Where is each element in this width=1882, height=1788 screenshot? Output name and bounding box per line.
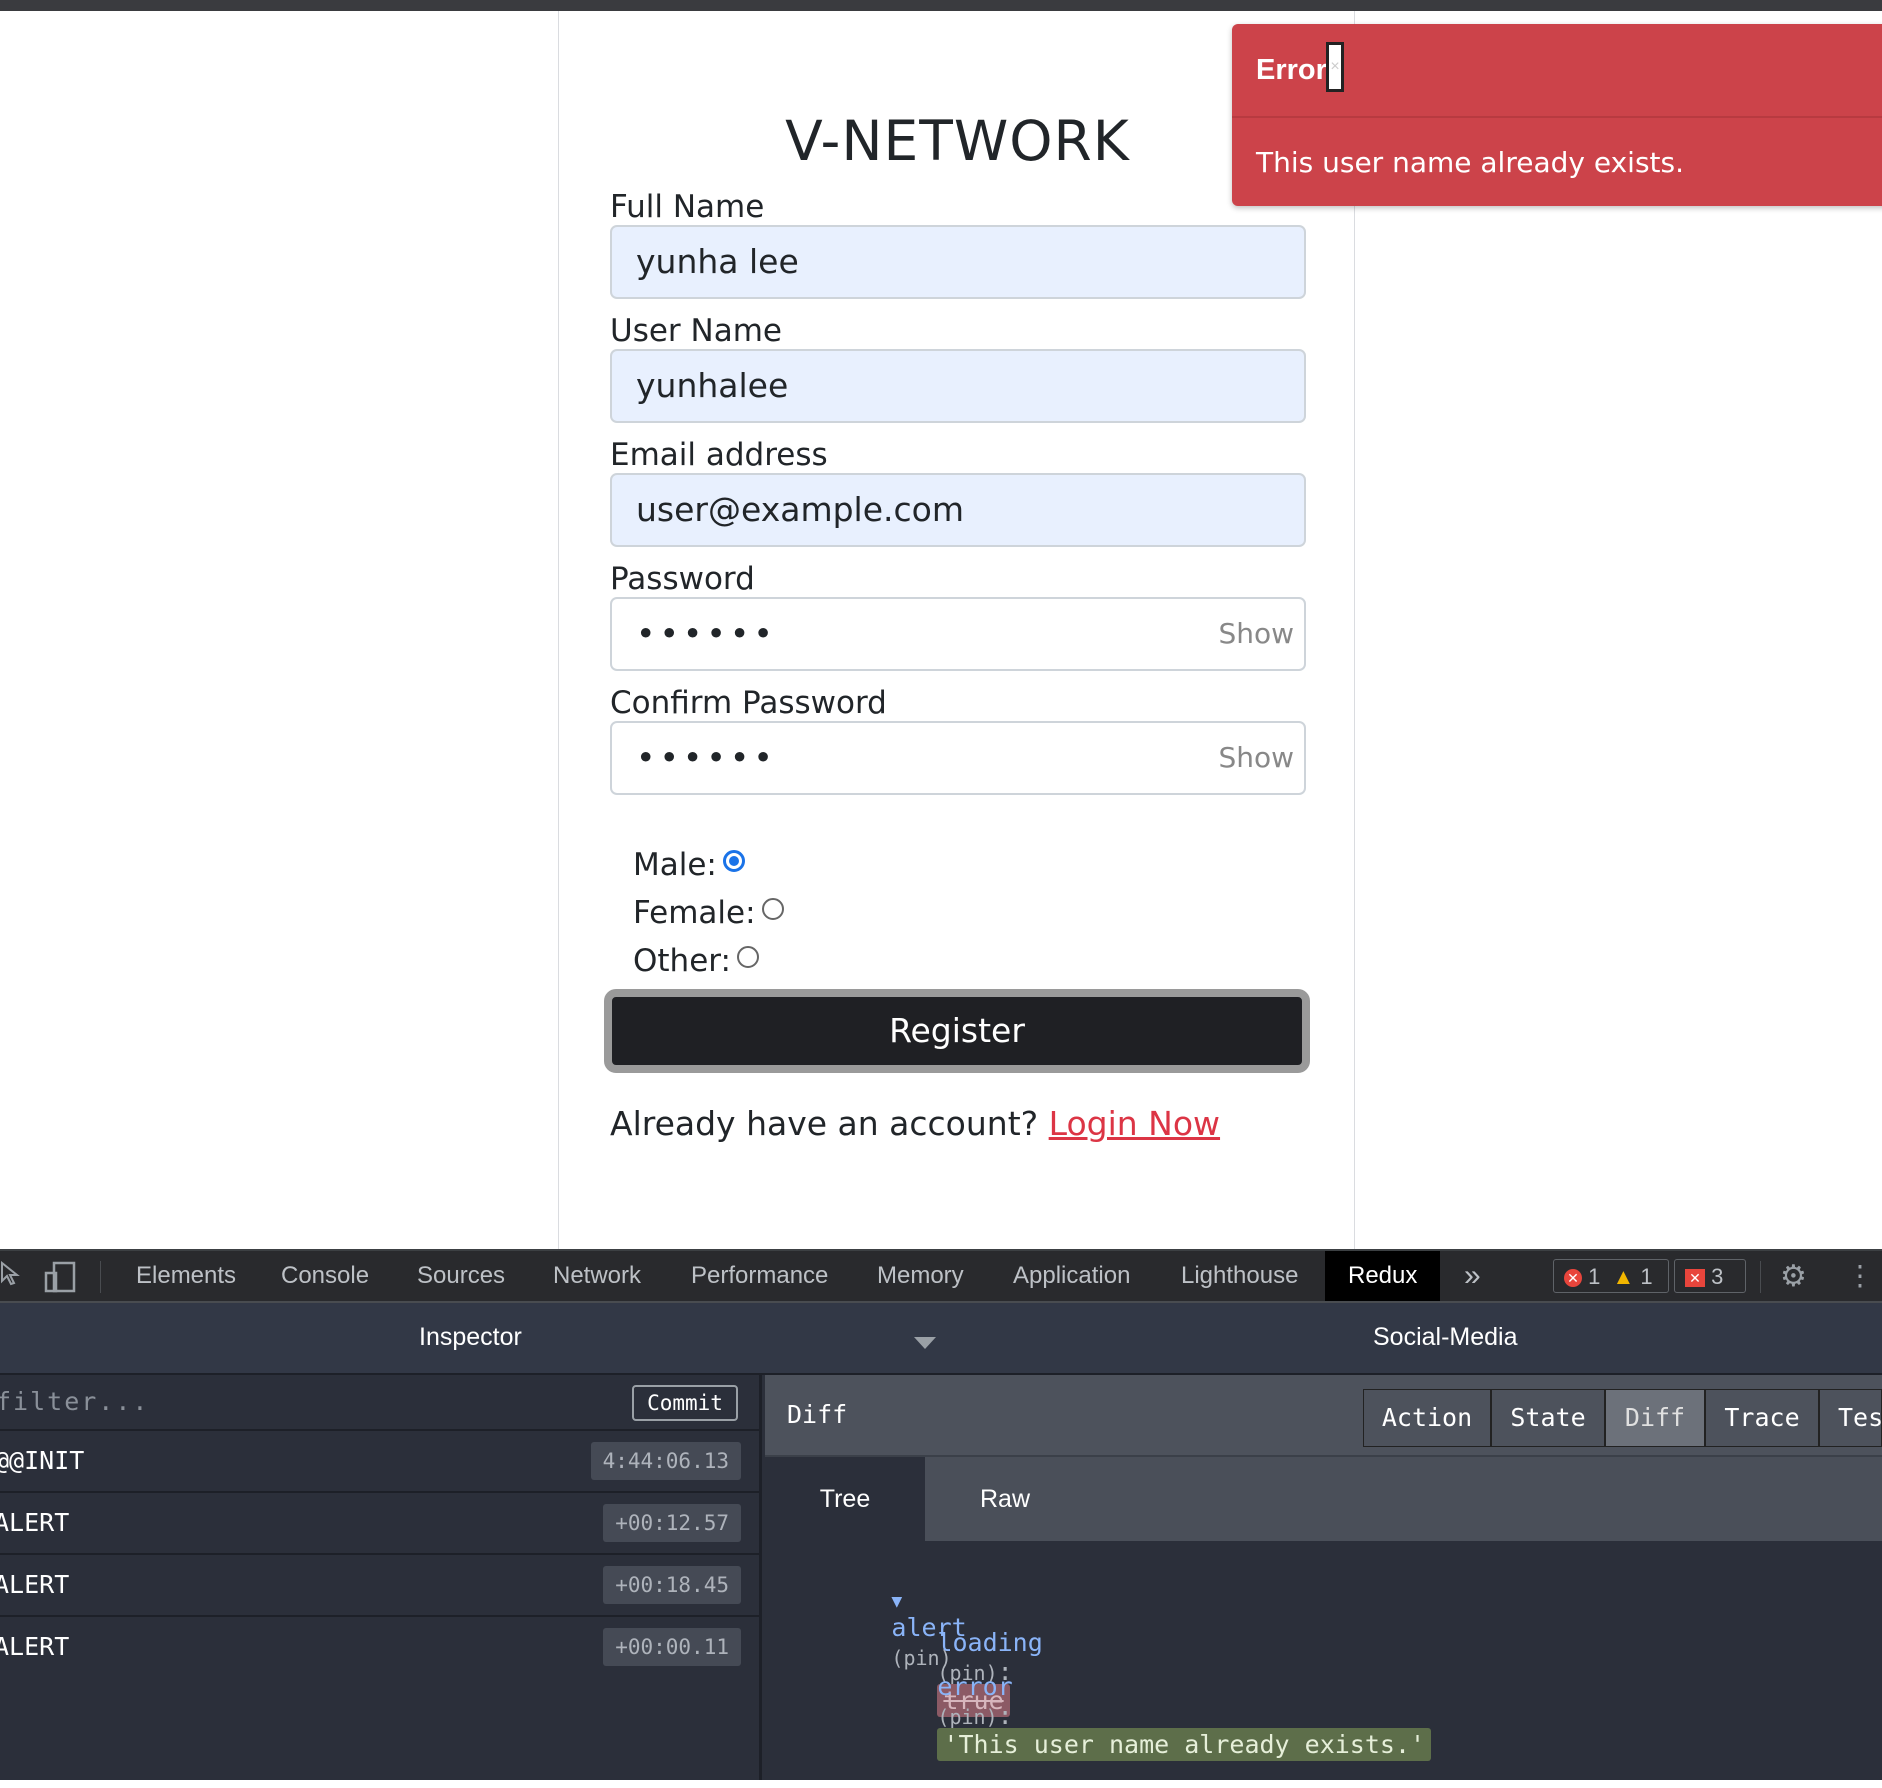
issues-count[interactable]: ✕ 3 (1674, 1259, 1746, 1293)
login-prompt: Already have an account? Login Now (610, 1104, 1220, 1143)
tab-redux[interactable]: Redux (1325, 1251, 1441, 1301)
current-monitor-label: Diff (787, 1400, 848, 1429)
tab-test[interactable]: Tes (1819, 1389, 1882, 1447)
toast-message: This user name already exists. (1256, 146, 1684, 179)
fullname-value: yunha lee (636, 242, 799, 281)
tab-performance[interactable]: Performance (671, 1251, 848, 1301)
password-input[interactable]: •••••• Show (610, 597, 1306, 671)
action-time: +00:18.45 (603, 1566, 741, 1604)
tab-action[interactable]: Action (1363, 1389, 1491, 1447)
tab-state[interactable]: State (1491, 1389, 1605, 1447)
password-label: Password (610, 561, 755, 597)
pin-toggle[interactable]: (pin) (937, 1705, 997, 1729)
tree-key: error (937, 1672, 1013, 1701)
register-button[interactable]: Register (604, 989, 1310, 1073)
password-show-toggle[interactable]: Show (1218, 599, 1294, 669)
redux-header-bar: Inspector Social-Media (0, 1303, 1882, 1375)
error-count-icon: ✕ (1564, 1269, 1582, 1288)
gender-male-radio[interactable] (722, 850, 745, 872)
toast-header: Error × (1232, 24, 1882, 118)
gender-female-radio[interactable] (761, 898, 784, 920)
fullname-input[interactable]: yunha lee (610, 225, 1306, 299)
inspect-element-icon[interactable] (0, 1260, 22, 1294)
action-list-item[interactable]: ALERT +00:00.11 (0, 1617, 759, 1679)
tree-colon: : (997, 1701, 1028, 1730)
fullname-label: Full Name (610, 189, 765, 225)
action-list-item[interactable]: ALERT +00:12.57 (0, 1493, 759, 1555)
tab-application[interactable]: Application (993, 1251, 1150, 1301)
monitor-pane: Diff Action State Diff Trace Tes Tree Ra… (765, 1375, 1882, 1780)
action-list-item[interactable]: ALERT +00:18.45 (0, 1555, 759, 1617)
toast-title: Error (1256, 54, 1327, 86)
gender-female-row: Female: (633, 895, 784, 931)
email-input[interactable]: user@example.com (610, 473, 1306, 547)
more-tabs-button[interactable]: » (1454, 1251, 1491, 1301)
tab-elements[interactable]: Elements (116, 1251, 256, 1301)
action-list-pane: filter... Commit @@INIT 4:44:06.13 ALERT… (0, 1375, 762, 1780)
gender-male-row: Male: (633, 847, 745, 883)
settings-gear-icon[interactable]: ⚙ (1780, 1259, 1807, 1294)
gender-other-row: Other: (633, 943, 759, 979)
username-value: yunhalee (636, 366, 789, 405)
login-now-link[interactable]: Login Now (1049, 1104, 1220, 1143)
devtools-tab-bar: Elements Console Sources Network Perform… (0, 1249, 1882, 1303)
action-time: 4:44:06.13 (590, 1442, 741, 1480)
email-value: user@example.com (636, 490, 964, 529)
error-toast: Error × This user name already exists. (1232, 24, 1882, 206)
confirm-password-label: Confirm Password (610, 685, 887, 721)
password-value: •••••• (636, 614, 777, 653)
diff-tree: ▼ alert (pin) loading (pin): true error … (765, 1541, 1882, 1780)
toolbar-divider (1760, 1261, 1761, 1293)
console-counts[interactable]: ✕ 1 ▲ 1 (1553, 1259, 1669, 1293)
action-name: ALERT (0, 1632, 70, 1661)
action-name: ALERT (0, 1508, 70, 1537)
store-name[interactable]: Social-Media (1373, 1303, 1518, 1371)
tab-lighthouse[interactable]: Lighthouse (1161, 1251, 1318, 1301)
gender-male-label: Male: (633, 847, 717, 883)
browser-top-bar (0, 0, 1882, 11)
filter-row: filter... Commit (0, 1375, 759, 1431)
tree-node-error: error (pin): 'This user name already exi… (817, 1643, 1432, 1788)
error-count: 1 (1588, 1264, 1601, 1289)
commit-button[interactable]: Commit (632, 1385, 738, 1421)
gender-female-label: Female: (633, 895, 756, 931)
tab-network[interactable]: Network (533, 1251, 661, 1301)
tab-sources[interactable]: Sources (398, 1251, 524, 1301)
device-toolbar-icon[interactable] (44, 1261, 78, 1300)
confirm-password-input[interactable]: •••••• Show (610, 721, 1306, 795)
action-list-item[interactable]: @@INIT 4:44:06.13 (0, 1431, 759, 1493)
confirm-password-value: •••••• (636, 738, 777, 777)
warning-count-icon: ▲ (1612, 1264, 1635, 1289)
inspector-title[interactable]: Inspector (419, 1303, 522, 1371)
username-input[interactable]: yunhalee (610, 349, 1306, 423)
added-value: 'This user name already exists.' (937, 1728, 1432, 1761)
email-label: Email address (610, 437, 828, 473)
view-tab-raw[interactable]: Raw (925, 1457, 1085, 1541)
issues-count-value: 3 (1711, 1264, 1724, 1289)
confirm-password-show-toggle[interactable]: Show (1218, 723, 1294, 793)
action-name: ALERT (0, 1570, 70, 1599)
tab-memory[interactable]: Memory (857, 1251, 984, 1301)
view-toggle-bar: Tree Raw (765, 1457, 1882, 1541)
action-time: +00:00.11 (603, 1628, 741, 1666)
tab-diff[interactable]: Diff (1605, 1389, 1705, 1447)
action-filter-input[interactable]: filter... (0, 1375, 149, 1429)
toolbar-divider (100, 1261, 101, 1293)
tab-trace[interactable]: Trace (1705, 1389, 1819, 1447)
monitor-toolbar: Diff Action State Diff Trace Tes (765, 1375, 1882, 1457)
monitor-dropdown-icon[interactable] (914, 1337, 936, 1349)
warning-count: 1 (1640, 1264, 1653, 1289)
view-tab-tree[interactable]: Tree (765, 1457, 925, 1541)
devtools-panel: Elements Console Sources Network Perform… (0, 1249, 1882, 1780)
tab-console[interactable]: Console (262, 1251, 388, 1301)
gender-other-radio[interactable] (736, 946, 759, 968)
username-label: User Name (610, 313, 782, 349)
gender-other-label: Other: (633, 943, 731, 979)
action-time: +00:12.57 (603, 1504, 741, 1542)
login-prompt-text: Already have an account? (610, 1104, 1039, 1143)
action-name: @@INIT (0, 1446, 85, 1475)
toast-close-button[interactable]: × (1326, 42, 1344, 92)
issues-icon: ✕ (1685, 1269, 1705, 1288)
more-options-icon[interactable]: ⋮ (1846, 1259, 1874, 1292)
